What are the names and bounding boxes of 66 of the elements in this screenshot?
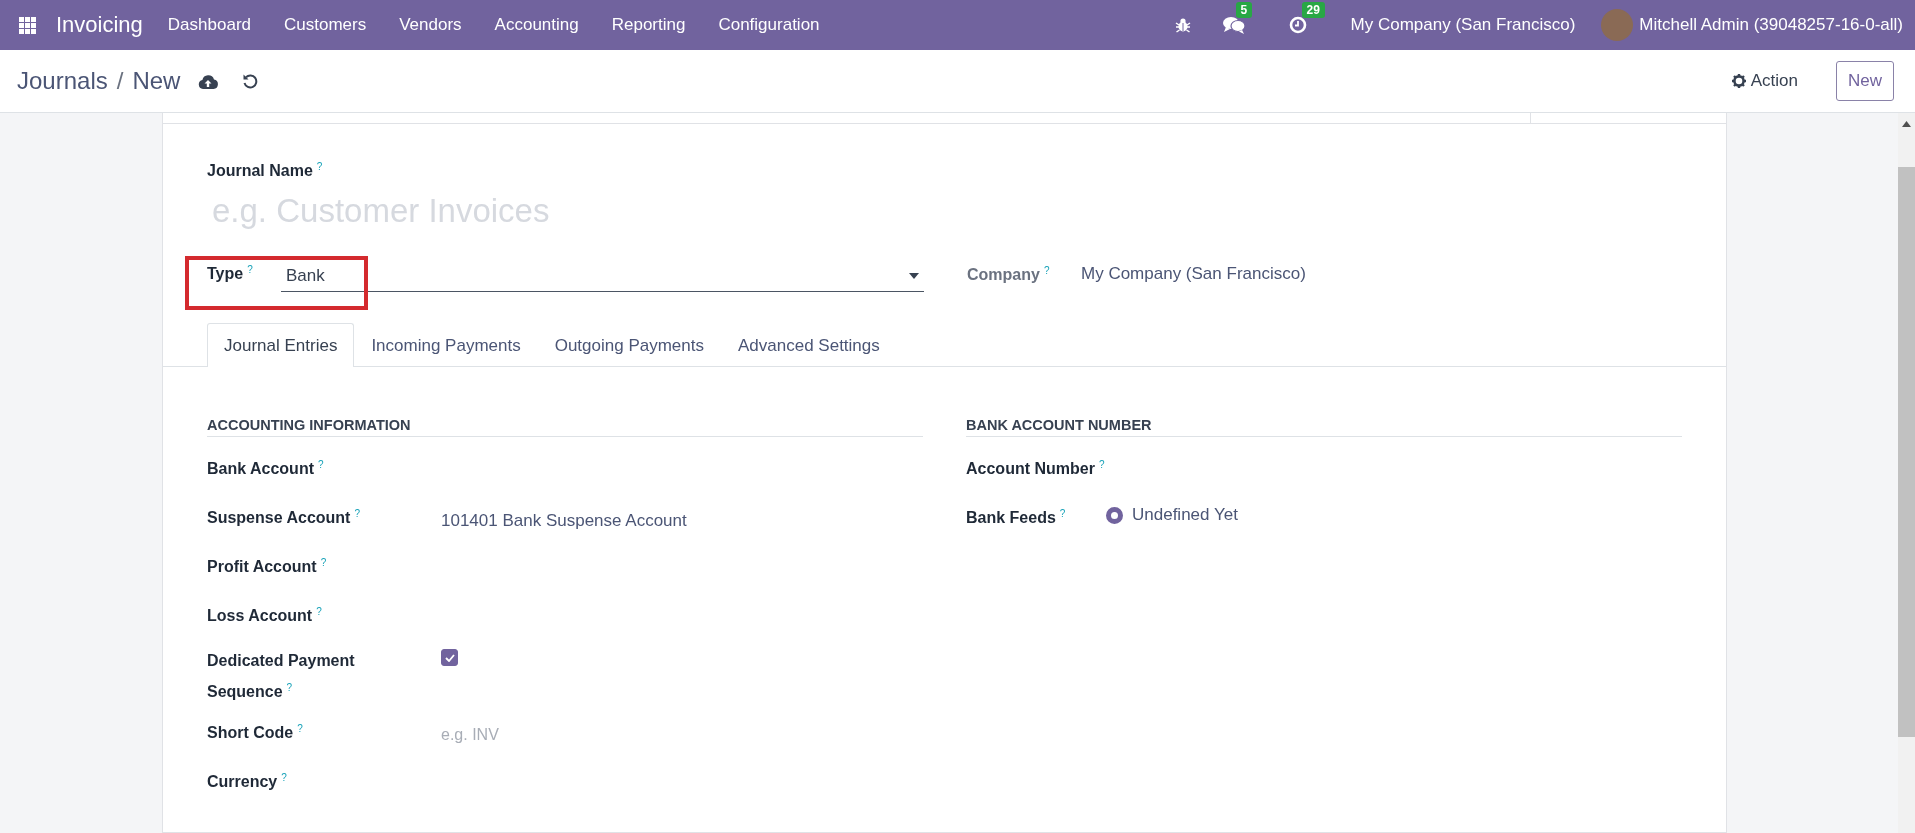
new-button[interactable]: New <box>1836 61 1894 101</box>
help-tooltip-mark[interactable]: ? <box>1043 265 1050 276</box>
section-heading: BANK ACCOUNT NUMBER <box>966 417 1682 438</box>
company-switcher[interactable]: My Company (San Francisco) <box>1350 15 1576 35</box>
menu-item[interactable]: Dashboard <box>167 15 251 35</box>
field-label: Currency $^{?}$ <box>207 771 288 793</box>
radio-label: Undefined Yet <box>1132 504 1238 527</box>
scrollbar[interactable] <box>1898 113 1915 833</box>
field-label: Dedicated Payment Sequence $^{?}$ <box>207 651 356 703</box>
help-tooltip-mark[interactable]: ? <box>316 606 322 618</box>
breadcrumb-separator: / <box>116 67 124 95</box>
user-name: Mitchell Admin (39048257-16-0-all) <box>1639 15 1903 35</box>
activity-count-badge: 29 <box>1301 2 1325 18</box>
message-count-badge: 5 <box>1235 2 1253 18</box>
type-select-field[interactable]: Bank <box>281 260 924 293</box>
cloud-upload-icon[interactable] <box>198 73 219 89</box>
form-tab[interactable]: Outgoing Payments <box>537 323 721 368</box>
field-label: Company $^{?}$ <box>967 265 1051 285</box>
chat-bubbles-icon[interactable] <box>1222 16 1245 34</box>
user-menu[interactable]: Mitchell Admin (39048257-16-0-all) <box>1601 9 1903 41</box>
help-tooltip-mark[interactable]: ? <box>318 459 324 471</box>
action-button[interactable]: Action <box>1727 65 1802 97</box>
help-tooltip-mark[interactable]: ? <box>281 772 287 784</box>
field-label: Type $^{?}$ <box>207 264 254 285</box>
form-tab[interactable]: Incoming Payments <box>354 323 538 368</box>
bug-icon[interactable] <box>1174 17 1191 33</box>
avatar-placeholder <box>1601 9 1634 41</box>
company-value[interactable]: My Company (San Francisco) <box>1081 264 1306 285</box>
radio-button[interactable] <box>1106 506 1123 524</box>
help-tooltip-mark[interactable]: ? <box>297 723 303 735</box>
menu-item[interactable]: Accounting <box>494 15 579 35</box>
field-label: Bank Account $^{?}$ <box>207 458 325 480</box>
help-tooltip-mark[interactable]: ? <box>320 557 327 569</box>
menu-item[interactable]: Vendors <box>399 15 462 35</box>
checkbox[interactable] <box>441 649 458 667</box>
field-label: Suspense Account $^{?}$ <box>207 507 361 529</box>
scroll-thumb[interactable] <box>1898 167 1915 737</box>
field-label: Loss Account $^{?}$ <box>207 605 323 627</box>
clock-icon[interactable] <box>1288 16 1307 34</box>
app-name-link[interactable]: Invoicing <box>56 12 143 38</box>
field-value[interactable]: 101401 Bank Suspense Account <box>441 506 687 537</box>
menu-item[interactable]: Reporting <box>611 15 686 35</box>
form-tab[interactable]: Advanced Settings <box>721 323 897 368</box>
field-label: Account Number $^{?}$ <box>966 458 1106 480</box>
menu-item[interactable]: Customers <box>284 15 367 35</box>
help-tooltip-mark[interactable]: ? <box>354 508 360 520</box>
scroll-up-icon[interactable] <box>1902 121 1911 127</box>
form-tab[interactable]: Journal Entries <box>207 323 355 368</box>
field-label: Short Code $^{?}$ <box>207 722 304 744</box>
help-tooltip-mark[interactable]: ? <box>247 264 253 275</box>
help-tooltip-mark[interactable]: ? <box>316 161 323 172</box>
help-tooltip-mark[interactable]: ? <box>1059 508 1066 520</box>
breadcrumb-current: New <box>132 67 181 95</box>
gear-icon[interactable] <box>1731 74 1746 88</box>
field-label: Profit Account $^{?}$ <box>207 556 328 578</box>
undo-icon[interactable] <box>242 73 259 89</box>
field-label: Journal Name $^{?}$ <box>207 162 323 180</box>
help-tooltip-mark[interactable]: ? <box>1098 459 1105 471</box>
section-heading: ACCOUNTING INFORMATION <box>207 417 923 438</box>
help-tooltip-mark[interactable]: ? <box>286 682 293 694</box>
menu-item[interactable]: Configuration <box>718 15 820 35</box>
breadcrumb-link[interactable]: Journals <box>17 67 108 95</box>
caret-down-icon[interactable] <box>909 273 919 280</box>
field-label: Bank Feeds $^{?}$ <box>966 507 1067 529</box>
checkmark-icon <box>444 653 455 662</box>
apps-menu-icon[interactable] <box>19 16 36 34</box>
